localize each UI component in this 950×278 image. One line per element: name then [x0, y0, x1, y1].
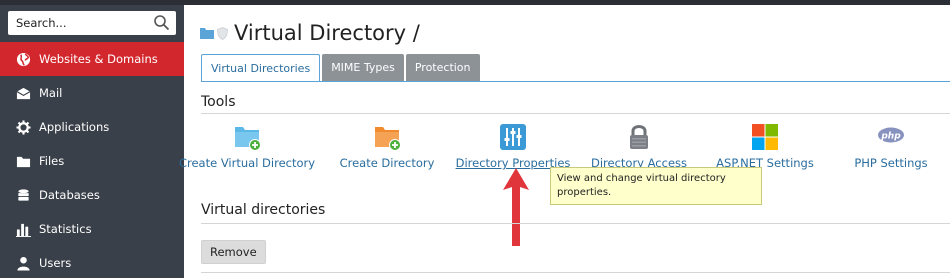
sidebar-nav: Websites & Domains Mail Applications Fil… — [0, 42, 184, 278]
folder-icon — [200, 28, 214, 39]
sidebar-item-websites-domains[interactable]: Websites & Domains — [0, 42, 184, 76]
remove-button[interactable]: Remove — [201, 240, 266, 264]
annotation-arrow-icon — [503, 168, 529, 246]
sidebar-item-files[interactable]: Files — [0, 144, 184, 178]
tab-divider — [201, 81, 950, 82]
database-icon — [18, 188, 29, 201]
globe-icon — [16, 52, 31, 66]
tool-label[interactable]: Create Directory — [340, 156, 435, 170]
shield-icon — [217, 26, 228, 40]
folder-add-blue-icon — [235, 127, 261, 151]
sidebar-item-label: Statistics — [39, 222, 92, 236]
virtual-directories-heading: Virtual directories — [201, 202, 326, 218]
tool-label[interactable]: Create Virtual Directory — [179, 156, 315, 170]
gear-icon — [16, 119, 31, 135]
search-box[interactable] — [8, 11, 176, 35]
search-icon[interactable] — [153, 14, 170, 31]
bar-chart-icon — [16, 223, 31, 237]
tool-directory-properties[interactable]: Directory Properties — [448, 123, 578, 170]
sidebar-item-label: Applications — [39, 120, 110, 134]
sidebar-item-statistics[interactable]: Statistics — [0, 212, 184, 246]
sidebar-item-label: Files — [39, 154, 65, 168]
search-input[interactable] — [8, 11, 146, 35]
tab-virtual-directories[interactable]: Virtual Directories — [201, 54, 321, 82]
tool-aspnet-settings[interactable]: ASP.NET Settings — [700, 123, 830, 170]
sidebar-item-label: Databases — [39, 188, 100, 202]
sidebar-item-label: Mail — [39, 86, 63, 100]
virtual-directories-divider — [201, 223, 950, 224]
windows-logo-icon — [752, 124, 778, 150]
list-divider — [201, 272, 950, 273]
main-content: Virtual Directory / Virtual Directories … — [179, 5, 950, 278]
tool-php-settings[interactable]: php PHP Settings — [826, 123, 950, 170]
tool-label[interactable]: PHP Settings — [854, 156, 927, 170]
sidebar-item-label: Users — [39, 256, 72, 270]
tool-directory-access[interactable]: Directory Access — [574, 123, 704, 170]
tab-bar: Virtual Directories MIME Types Protectio… — [201, 54, 482, 82]
folder-icon — [16, 156, 31, 167]
user-icon — [17, 256, 30, 271]
tools-divider — [201, 113, 950, 114]
lock-icon — [630, 125, 648, 149]
mail-icon — [16, 87, 31, 99]
sliders-icon — [500, 124, 526, 150]
sidebar-item-mail[interactable]: Mail — [0, 76, 184, 110]
sidebar-item-users[interactable]: Users — [0, 246, 184, 278]
sidebar: Websites & Domains Mail Applications — [0, 5, 184, 278]
tab-protection[interactable]: Protection — [405, 54, 480, 81]
page-title: Virtual Directory / — [234, 21, 420, 45]
page-header: Virtual Directory / — [200, 21, 420, 45]
tab-mime-types[interactable]: MIME Types — [322, 54, 404, 81]
tool-create-directory[interactable]: Create Directory — [322, 123, 452, 170]
php-icon: php — [878, 127, 904, 143]
folder-add-orange-icon — [375, 127, 401, 151]
svg-text:php: php — [880, 132, 901, 142]
tool-create-virtual-directory[interactable]: Create Virtual Directory — [179, 123, 315, 170]
sidebar-item-applications[interactable]: Applications — [0, 110, 184, 144]
tooltip: View and change virtual directory proper… — [550, 167, 762, 205]
sidebar-item-databases[interactable]: Databases — [0, 178, 184, 212]
sidebar-item-label: Websites & Domains — [39, 52, 158, 66]
tools-heading: Tools — [201, 94, 236, 110]
